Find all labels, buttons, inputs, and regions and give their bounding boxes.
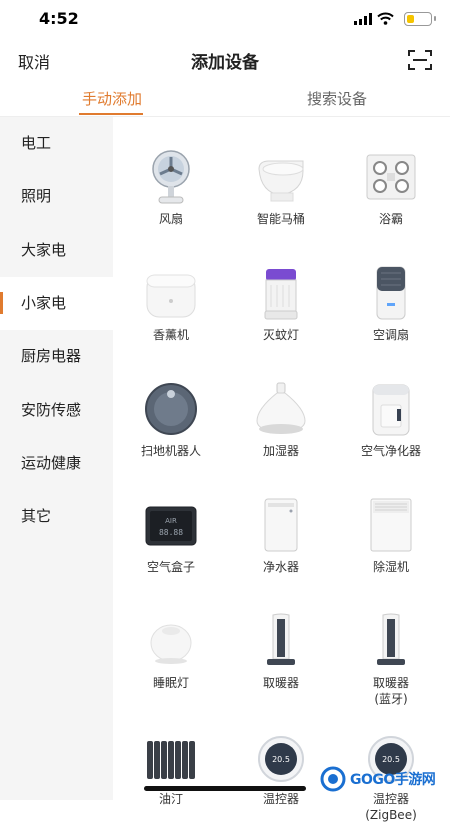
- thermostat-icon: 20.5: [258, 736, 304, 782]
- sleep-lamp-icon: [150, 624, 192, 664]
- heater-bluetooth-icon: [377, 613, 405, 665]
- device-label: 风扇: [158, 212, 183, 226]
- sidebar-item-sports-health[interactable]: 运动健康: [0, 437, 113, 490]
- device-water-purifier[interactable]: 净水器: [226, 475, 336, 585]
- device-sleep-lamp[interactable]: 睡眠灯: [116, 591, 226, 701]
- sidebar-item-kitchen[interactable]: 厨房电器: [0, 330, 113, 383]
- device-label-line1: 取暖器: [372, 676, 409, 690]
- device-oil-heater[interactable]: 油汀: [116, 707, 226, 817]
- air-cooler-icon: [376, 266, 406, 320]
- air-box-readout: 88.88: [159, 528, 183, 537]
- watermark: GOGO手游网: [320, 766, 440, 792]
- device-label-line2: (蓝牙): [374, 692, 408, 706]
- device-dehumidifier[interactable]: 除湿机: [336, 475, 446, 585]
- humidifier-icon: [256, 382, 306, 434]
- sidebar-item-label: 运动健康: [21, 454, 82, 472]
- device-smart-toilet[interactable]: 智能马桶: [226, 127, 336, 237]
- device-thermostat-zigbee[interactable]: 20.5 温控器 (ZigBee): [336, 707, 446, 822]
- watermark-logo-icon: [320, 766, 346, 792]
- sidebar-item-label: 电工: [21, 134, 52, 152]
- device-label: 空气净化器: [360, 444, 421, 458]
- tab-search-device[interactable]: 搜索设备: [262, 88, 412, 109]
- sidebar-item-label: 大家电: [21, 241, 67, 259]
- device-bath-heater[interactable]: 浴霸: [336, 127, 446, 237]
- active-indicator: [0, 292, 3, 314]
- water-purifier-icon: [264, 498, 298, 552]
- home-indicator: [144, 786, 306, 791]
- device-label: 空调扇: [372, 328, 409, 342]
- signal-icon: [354, 13, 372, 25]
- device-fan[interactable]: 风扇: [116, 127, 226, 237]
- device-air-cooler[interactable]: 空调扇: [336, 243, 446, 353]
- category-sidebar: 电工 照明 大家电 小家电 厨房电器 安防传感 运动健康 其它: [0, 117, 113, 800]
- tab-manual-add[interactable]: 手动添加: [37, 88, 187, 109]
- device-robot-vacuum[interactable]: 扫地机器人: [116, 359, 226, 469]
- device-label: 扫地机器人: [140, 444, 201, 458]
- sidebar-item-electrician[interactable]: 电工: [0, 117, 113, 170]
- device-label: 取暖器: [262, 676, 299, 690]
- device-air-purifier[interactable]: 空气净化器: [336, 359, 446, 469]
- fan-icon: [152, 150, 190, 204]
- toilet-icon: [258, 160, 304, 202]
- status-bar: 4:52: [0, 0, 450, 38]
- device-label: 温控器: [262, 792, 299, 806]
- sidebar-item-security[interactable]: 安防传感: [0, 384, 113, 437]
- sidebar-item-small-appliances[interactable]: 小家电: [0, 277, 113, 330]
- device-heater[interactable]: 取暖器: [226, 591, 336, 701]
- air-purifier-icon: [372, 384, 410, 436]
- device-label: 智能马桶: [256, 212, 305, 226]
- sidebar-item-label: 厨房电器: [21, 347, 82, 365]
- device-label: 取暖器 (蓝牙): [336, 675, 446, 707]
- device-heater-bluetooth[interactable]: 取暖器 (蓝牙): [336, 591, 446, 706]
- sidebar-item-large-appliances[interactable]: 大家电: [0, 224, 113, 277]
- watermark-text: GOGO手游网: [350, 772, 436, 788]
- thermostat-readout: 20.5: [272, 755, 290, 764]
- sidebar-item-label: 安防传感: [21, 401, 82, 419]
- robot-vacuum-icon: [145, 383, 197, 435]
- device-aroma-diffuser[interactable]: 香薰机: [116, 243, 226, 353]
- page-title: 添加设备: [191, 53, 259, 73]
- nav-bar: 取消 添加设备: [0, 40, 450, 80]
- device-humidifier[interactable]: 加湿器: [226, 359, 336, 469]
- aroma-diffuser-icon: [146, 274, 196, 318]
- device-label: 灭蚊灯: [262, 328, 299, 342]
- device-air-box[interactable]: AIR 88.88 空气盒子: [116, 475, 226, 585]
- sidebar-item-label: 照明: [21, 187, 52, 205]
- device-label: 睡眠灯: [152, 676, 189, 690]
- device-grid: 风扇 智能马桶 浴霸 香薰机 灭蚊灯 空调扇 扫地机器人 加湿器 空气净化器 A…: [113, 117, 450, 822]
- dehumidifier-icon: [370, 498, 412, 552]
- device-mosquito-lamp[interactable]: 灭蚊灯: [226, 243, 336, 353]
- sidebar-item-label: 小家电: [21, 294, 67, 312]
- oil-heater-icon: [147, 741, 195, 779]
- air-box-label: AIR: [165, 517, 177, 525]
- device-label: 温控器 (ZigBee): [336, 791, 446, 823]
- sidebar-item-other[interactable]: 其它: [0, 490, 113, 543]
- device-thermostat[interactable]: 20.5 温控器: [226, 707, 336, 817]
- scan-icon[interactable]: [408, 50, 432, 70]
- device-label-line1: 温控器: [372, 792, 409, 806]
- tab-bar: 手动添加 搜索设备: [0, 82, 450, 117]
- device-label: 油汀: [158, 792, 183, 806]
- wifi-icon: [377, 12, 394, 25]
- tab-indicator: [79, 113, 143, 115]
- clock: 4:52: [39, 9, 79, 28]
- mosquito-lamp-icon: [264, 269, 298, 320]
- device-label: 浴霸: [378, 212, 403, 226]
- device-label: 空气盒子: [146, 560, 195, 574]
- device-label: 除湿机: [372, 560, 409, 574]
- device-label: 加湿器: [262, 444, 299, 458]
- battery-icon: [404, 12, 436, 26]
- thermostat-readout: 20.5: [382, 755, 400, 764]
- device-label: 香薰机: [152, 328, 189, 342]
- bath-heater-icon: [366, 154, 416, 200]
- device-label-line2: (ZigBee): [365, 808, 417, 822]
- air-box-icon: AIR 88.88: [145, 506, 197, 546]
- sidebar-item-lighting[interactable]: 照明: [0, 170, 113, 223]
- sidebar-item-label: 其它: [21, 507, 52, 525]
- heater-icon: [267, 613, 295, 665]
- device-label: 净水器: [262, 560, 299, 574]
